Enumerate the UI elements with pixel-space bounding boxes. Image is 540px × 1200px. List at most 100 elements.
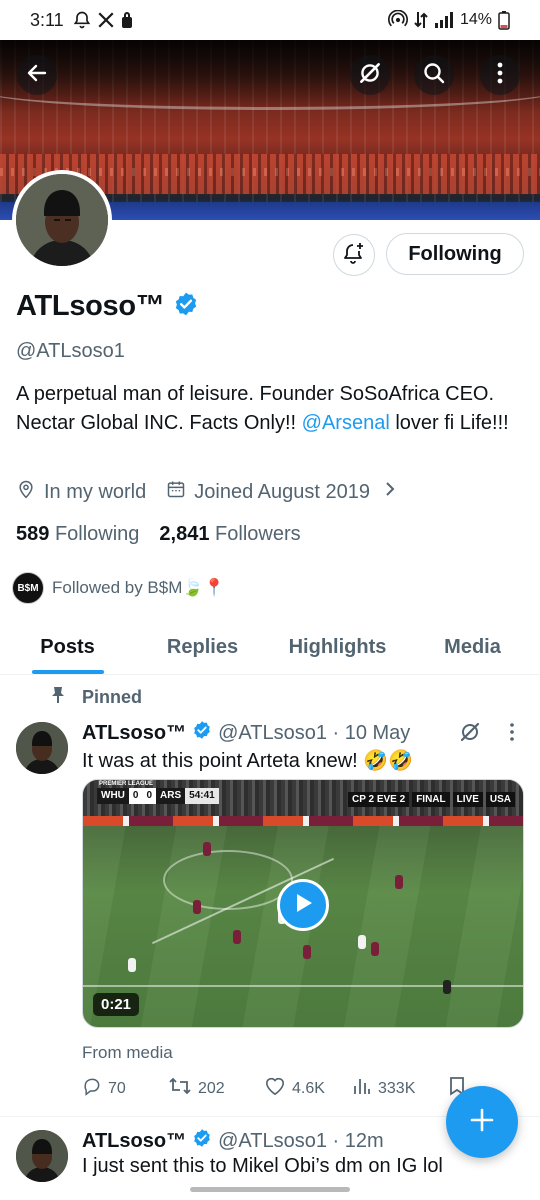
repost-button[interactable]: 202 <box>168 1076 264 1101</box>
grok-icon <box>357 60 383 91</box>
video-adboard <box>83 816 523 826</box>
tab-media[interactable]: Media <box>405 620 540 674</box>
post-grok-button[interactable] <box>458 720 482 749</box>
joined-item[interactable]: Joined August 2019 <box>166 479 396 505</box>
back-arrow-icon <box>25 61 49 90</box>
scorebug-home-score: 0 <box>128 788 143 804</box>
joined-text: Joined August 2019 <box>194 480 370 503</box>
like-button[interactable]: 4.6K <box>264 1076 352 1101</box>
followed-by-row[interactable]: B$M Followed by B$M🍃📍 <box>12 572 225 604</box>
profile-name-row: ATLsoso™ <box>16 290 199 323</box>
video-play-button[interactable] <box>277 879 329 931</box>
location-text: In my world <box>44 480 147 503</box>
status-bar: 3:11 14% <box>0 0 540 40</box>
other-score: CP 2 EVE 2 <box>348 792 410 807</box>
followed-by-avatar: B$M <box>12 572 44 604</box>
post-header: ATLsoso™ @ATLsoso1 · 12m <box>82 1128 384 1154</box>
following-label: Following <box>54 523 140 545</box>
bio-mention-link[interactable]: @Arsenal <box>302 412 390 434</box>
search-icon <box>422 61 446 90</box>
live-label: LIVE <box>452 792 483 807</box>
more-options-button[interactable] <box>480 55 520 95</box>
reply-count: 70 <box>108 1079 126 1097</box>
post-author-name[interactable]: ATLsoso™ <box>82 1130 186 1153</box>
repost-icon <box>168 1076 192 1101</box>
home-indicator[interactable] <box>190 1187 350 1192</box>
views-chart-icon <box>352 1076 372 1101</box>
pitch-line <box>83 985 523 987</box>
post-avatar[interactable] <box>16 722 68 774</box>
scorebug-clock: 54:41 <box>185 788 219 804</box>
post-author-meta: @ATLsoso1 · 10 May <box>218 721 411 744</box>
followers-count-link[interactable]: 2,841 Followers <box>159 523 300 546</box>
heart-icon <box>264 1076 286 1101</box>
bio-text-tail: lover fi Life!!! <box>389 412 509 434</box>
video-live-bug: CP 2 EVE 2 FINAL LIVE USA <box>348 792 515 807</box>
verified-badge-icon <box>192 720 212 746</box>
views-button[interactable]: 333K <box>352 1076 448 1101</box>
x-logo-icon <box>97 11 115 29</box>
calendar-icon <box>166 479 186 505</box>
profile-meta-row: In my world Joined August 2019 <box>16 479 416 505</box>
tab-highlights[interactable]: Highlights <box>270 620 405 674</box>
verified-badge-icon <box>192 1128 212 1154</box>
followers-label: Followers <box>215 523 301 545</box>
post-author-meta: @ATLsoso1 · 12m <box>218 1129 384 1152</box>
reply-button[interactable]: 70 <box>82 1076 168 1101</box>
player <box>371 942 379 956</box>
bell-off-icon <box>72 10 92 30</box>
plus-icon <box>469 1107 495 1138</box>
repost-count: 202 <box>198 1079 225 1097</box>
post-text: I just sent this to Mikel Obi’s dm on IG… <box>82 1155 443 1177</box>
display-name: ATLsoso™ <box>16 290 165 322</box>
player <box>193 900 201 914</box>
player <box>358 935 366 949</box>
pinned-label: Pinned <box>82 687 143 707</box>
status-time: 3:11 <box>30 9 64 30</box>
post-avatar[interactable] <box>16 1130 68 1182</box>
search-button[interactable] <box>414 55 454 95</box>
location-pin-icon <box>16 479 36 505</box>
post-more-button[interactable] <box>508 722 516 747</box>
back-button[interactable] <box>17 55 57 95</box>
video-scorebug: WHU 0 0 ARS 54:41 <box>97 788 219 804</box>
player <box>395 875 403 889</box>
player <box>203 842 211 856</box>
compose-post-button[interactable] <box>446 1086 518 1158</box>
grok-button[interactable] <box>350 55 390 95</box>
following-button[interactable]: Following <box>386 233 524 275</box>
post-video[interactable]: WHU 0 0 ARS 54:41 PREMIER LEAGUE CP 2 EV… <box>82 779 524 1028</box>
bell-plus-icon <box>342 241 366 270</box>
video-duration: 0:21 <box>93 993 140 1016</box>
tab-posts[interactable]: Posts <box>0 620 135 674</box>
post-header: ATLsoso™ @ATLsoso1 · 10 May <box>82 720 410 746</box>
following-count-link[interactable]: 589 Following <box>16 523 139 546</box>
location-item: In my world <box>16 479 146 505</box>
avatar-photo <box>16 174 108 266</box>
follow-counts: 589 Following 2,841 Followers <box>16 523 301 546</box>
profile-tabs: Posts Replies Highlights Media <box>0 620 540 675</box>
profile-avatar[interactable] <box>12 170 112 270</box>
notifications-bell-button[interactable] <box>333 234 375 276</box>
chevron-right-icon <box>384 480 396 504</box>
battery-icon <box>498 10 510 30</box>
profile-bio: A perpetual man of leisure. Founder SoSo… <box>16 380 521 438</box>
profile-handle: @ATLsoso1 <box>16 340 125 362</box>
post-author-name[interactable]: ATLsoso™ <box>82 722 186 745</box>
tab-replies[interactable]: Replies <box>135 620 270 674</box>
stadium-roof <box>0 70 540 110</box>
other-score-label: FINAL <box>412 792 450 807</box>
scorebug-away-score: 0 <box>142 788 157 804</box>
view-count: 333K <box>378 1079 416 1097</box>
more-vertical-icon <box>496 61 504 90</box>
pitch-marking <box>163 850 293 910</box>
post-text: It was at this point Arteta knew! 🤣🤣 <box>82 750 414 772</box>
following-count: 589 <box>16 523 50 545</box>
pinned-indicator: Pinned <box>50 686 142 709</box>
player <box>443 980 451 994</box>
play-icon <box>292 891 314 920</box>
player <box>303 945 311 959</box>
signal-icon <box>434 11 454 29</box>
followed-by-text: Followed by B$M🍃📍 <box>52 578 225 597</box>
broadcaster-label: USA <box>485 792 515 807</box>
